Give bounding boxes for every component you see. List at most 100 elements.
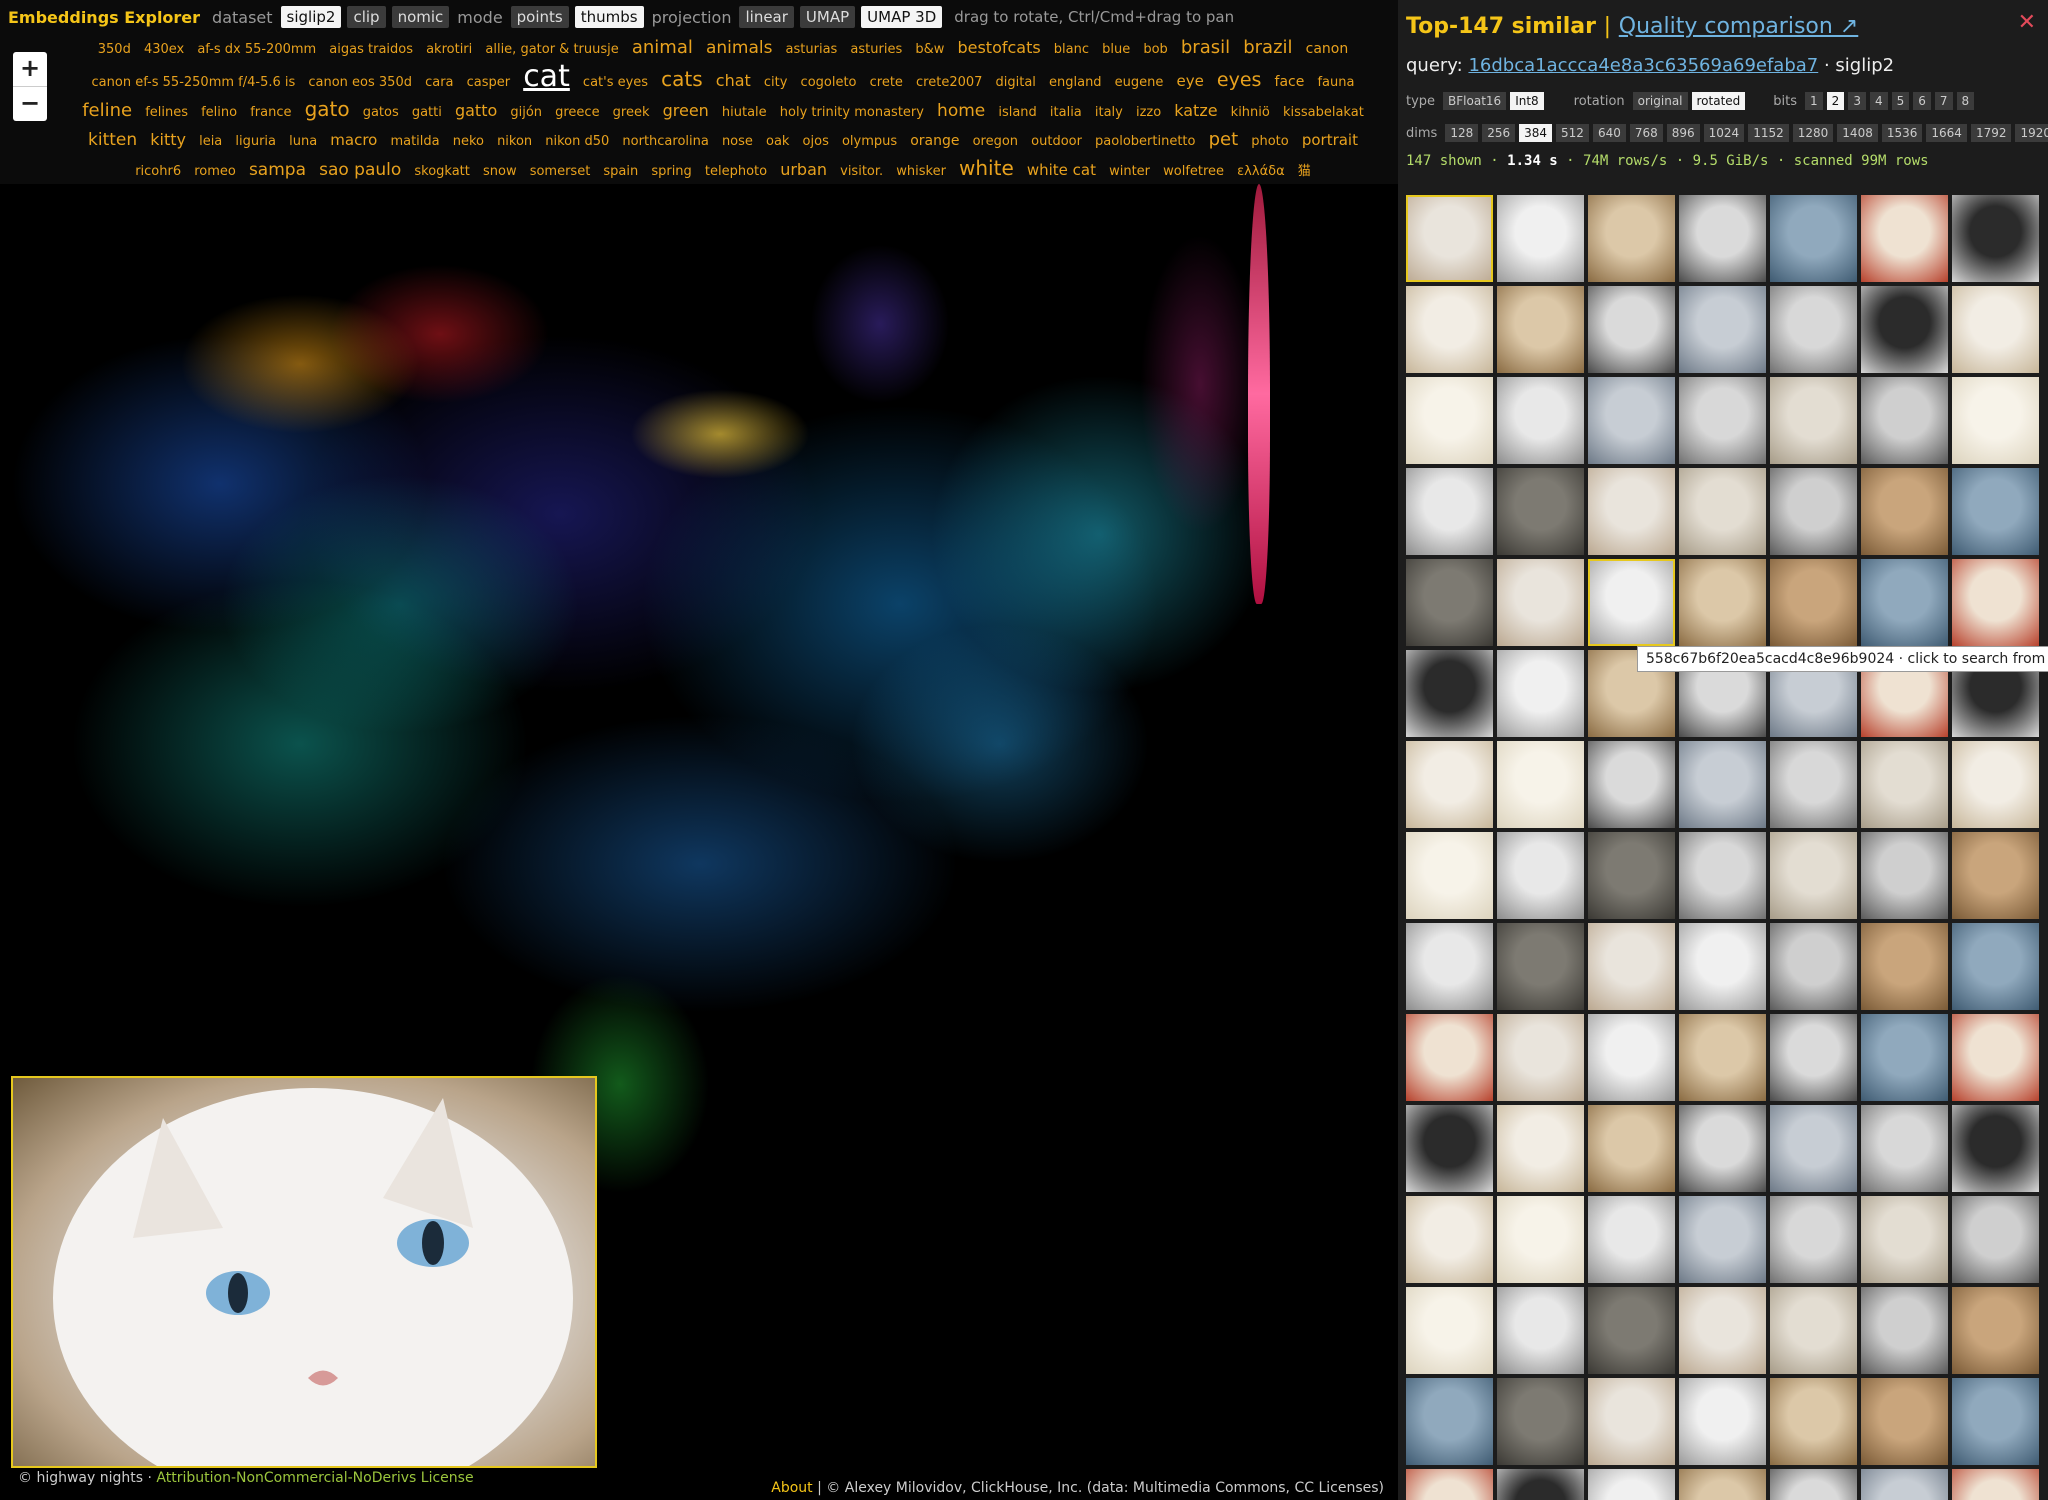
dims-1792-button[interactable]: 1792: [1970, 124, 2012, 142]
result-thumbnail[interactable]: [1770, 1287, 1857, 1374]
bits-5-button[interactable]: 5: [1891, 92, 1910, 110]
result-thumbnail[interactable]: [1588, 286, 1675, 373]
rotation-original-button[interactable]: original: [1632, 92, 1688, 110]
result-thumbnail[interactable]: [1770, 559, 1857, 646]
tag-430ex[interactable]: 430ex: [144, 42, 184, 57]
dims-1152-button[interactable]: 1152: [1748, 124, 1789, 142]
result-thumbnail[interactable]: [1952, 1378, 2039, 1465]
tag-ricohr6[interactable]: ricohr6: [135, 164, 181, 179]
license-link[interactable]: Attribution-NonCommercial-NoDerivs Licen…: [156, 1470, 473, 1486]
zoom-in-button[interactable]: +: [13, 52, 47, 87]
result-thumbnail[interactable]: [1588, 377, 1675, 464]
tag-urban[interactable]: urban: [780, 160, 827, 179]
result-thumbnail[interactable]: [1770, 1105, 1857, 1192]
tag-gato[interactable]: gato: [305, 97, 350, 121]
projection-umap3d-button[interactable]: UMAP 3D: [861, 6, 943, 28]
bits-7-button[interactable]: 7: [1934, 92, 1953, 110]
tag-italia[interactable]: italia: [1050, 105, 1082, 120]
tag-felino[interactable]: felino: [201, 105, 237, 120]
tag-crete2007[interactable]: crete2007: [916, 75, 982, 90]
result-thumbnail[interactable]: [1679, 377, 1766, 464]
tag-nikon[interactable]: nikon: [497, 134, 532, 149]
result-thumbnail[interactable]: [1497, 468, 1584, 555]
tag-canon-eos-350d[interactable]: canon eos 350d: [308, 75, 412, 90]
tag-brasil[interactable]: brasil: [1181, 37, 1230, 58]
tag-oak[interactable]: oak: [766, 134, 789, 149]
tag-neko[interactable]: neko: [453, 134, 484, 149]
result-thumbnail[interactable]: [1952, 1105, 2039, 1192]
result-thumbnail[interactable]: [1679, 741, 1766, 828]
tag-eyes[interactable]: eyes: [1217, 69, 1262, 91]
result-thumbnail[interactable]: [1497, 1287, 1584, 1374]
bits-8-button[interactable]: 8: [1956, 92, 1975, 110]
tag-ojos[interactable]: ojos: [803, 134, 829, 149]
dims-1024-button[interactable]: 1024: [1703, 124, 1745, 142]
dims-512-button[interactable]: 512: [1556, 124, 1589, 142]
result-thumbnail[interactable]: [1952, 741, 2039, 828]
bits-1-button[interactable]: 1: [1805, 92, 1823, 110]
result-thumbnail[interactable]: [1861, 195, 1948, 282]
tag-af-s-dx-55-200mm[interactable]: af-s dx 55-200mm: [197, 42, 316, 57]
tag-photo[interactable]: photo: [1251, 134, 1289, 149]
result-thumbnail[interactable]: [1679, 195, 1766, 282]
dims-1664-button[interactable]: 1664: [1926, 124, 1967, 142]
result-thumbnail[interactable]: [1406, 1196, 1493, 1283]
dims-1280-button[interactable]: 1280: [1792, 124, 1834, 142]
result-thumbnail[interactable]: [1679, 559, 1766, 646]
result-thumbnail[interactable]: [1770, 832, 1857, 919]
tag-portrait[interactable]: portrait: [1302, 131, 1358, 149]
tag-canon-ef-s-55-250mm-f-4-5-6-is[interactable]: canon ef-s 55-250mm f/4-5.6 is: [92, 75, 296, 90]
tag-spring[interactable]: spring: [651, 164, 691, 179]
projection-umap-button[interactable]: UMAP: [799, 6, 856, 28]
tag-home[interactable]: home: [937, 101, 985, 121]
result-thumbnail[interactable]: [1861, 1378, 1948, 1465]
tag-feline[interactable]: feline: [82, 100, 132, 121]
result-thumbnail[interactable]: [1406, 1105, 1493, 1192]
tag-canon[interactable]: canon: [1306, 41, 1349, 57]
result-thumbnail[interactable]: [1406, 923, 1493, 1010]
embedding-visualization[interactable]: Embeddings Explorer dataset siglip2 clip…: [0, 0, 1398, 1500]
tag-greece[interactable]: greece: [555, 105, 599, 120]
result-thumbnail[interactable]: [1588, 1014, 1675, 1101]
tag-izzo[interactable]: izzo: [1136, 105, 1161, 120]
result-thumbnail[interactable]: [1588, 1196, 1675, 1283]
result-thumbnail[interactable]: [1406, 559, 1493, 646]
tag-allie-gator-truusje[interactable]: allie, gator & truusje: [485, 42, 618, 57]
result-thumbnail[interactable]: [1770, 1469, 1857, 1500]
tag-猫[interactable]: 猫: [1298, 164, 1311, 179]
result-thumbnail[interactable]: [1770, 286, 1857, 373]
dims-1408-button[interactable]: 1408: [1837, 124, 1878, 142]
tag-gatti[interactable]: gatti: [412, 105, 442, 120]
result-thumbnail[interactable]: [1497, 650, 1584, 737]
result-thumbnail[interactable]: [1770, 741, 1857, 828]
result-thumbnail[interactable]: [1952, 195, 2039, 282]
dims-640-button[interactable]: 640: [1592, 124, 1626, 142]
result-thumbnail[interactable]: [1770, 1014, 1857, 1101]
result-thumbnail[interactable]: [1406, 1014, 1493, 1101]
tag-eugene[interactable]: eugene: [1115, 75, 1164, 90]
tag-greek[interactable]: greek: [613, 105, 650, 120]
result-thumbnail[interactable]: [1952, 832, 2039, 919]
tag-whisker[interactable]: whisker: [896, 164, 946, 179]
tag-bestofcats[interactable]: bestofcats: [957, 38, 1040, 57]
result-thumbnail[interactable]: [1588, 1378, 1675, 1465]
tag-pet[interactable]: pet: [1209, 129, 1239, 150]
result-thumbnail[interactable]: [1588, 1287, 1675, 1374]
tag-felines[interactable]: felines: [145, 105, 188, 120]
tag-visitor-[interactable]: visitor.: [840, 164, 883, 179]
tag-asturias[interactable]: asturias: [786, 42, 838, 57]
result-thumbnail[interactable]: [1497, 559, 1584, 646]
bits-6-button[interactable]: 6: [1913, 92, 1931, 110]
result-thumbnail[interactable]: [1588, 923, 1675, 1010]
result-thumbnail[interactable]: [1952, 1196, 2039, 1283]
result-thumbnail[interactable]: [1861, 741, 1948, 828]
result-thumbnail[interactable]: [1952, 923, 2039, 1010]
bits-4-button[interactable]: 4: [1869, 92, 1888, 110]
tag-face[interactable]: face: [1275, 74, 1305, 90]
result-thumbnail[interactable]: [1406, 1287, 1493, 1374]
tag-green[interactable]: green: [663, 101, 709, 120]
result-thumbnail[interactable]: [1770, 923, 1857, 1010]
result-thumbnail[interactable]: [1952, 559, 2039, 646]
tag-asturies[interactable]: asturies: [850, 42, 902, 57]
result-thumbnail[interactable]: [1406, 650, 1493, 737]
